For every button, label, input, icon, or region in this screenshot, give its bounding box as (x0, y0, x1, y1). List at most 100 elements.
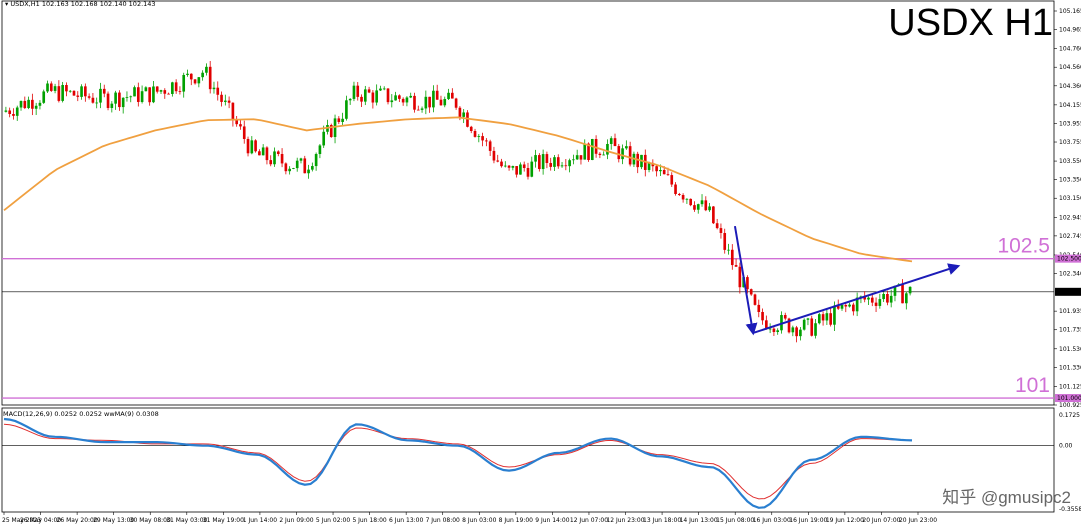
price-tick-label: 104.965 (1059, 27, 1081, 34)
time-tick-label: 19 Jun 12:00 (826, 517, 864, 524)
candle-body (723, 232, 727, 250)
candle-body (186, 73, 189, 75)
candle-body (802, 319, 806, 330)
watermark: 知乎 @gmusipc2 (942, 488, 1071, 507)
candle-body (136, 87, 140, 102)
candle-body (212, 87, 216, 90)
candle-body (534, 155, 537, 162)
candle-body (507, 165, 511, 168)
candle-body (311, 166, 314, 170)
candle-body (776, 330, 780, 332)
candle-body (886, 293, 889, 303)
candle-body (201, 72, 204, 78)
price-tick-label: 103.150 (1059, 195, 1081, 202)
candle-body (693, 205, 696, 210)
candle-body (182, 74, 186, 92)
candle-body (901, 284, 904, 304)
candle-body (269, 160, 273, 165)
candle-body (72, 90, 76, 96)
candle-body (749, 289, 753, 295)
candle-body (511, 166, 515, 168)
candle-body (757, 304, 761, 312)
level-label: 102.5 (997, 235, 1050, 258)
chart-window[interactable]: 105.165 104.965 104.760 104.560 104.360 104.1… (0, 0, 1081, 528)
level-tag-label: 102.500 (1057, 256, 1081, 263)
candle-body (227, 100, 231, 103)
candle-body (522, 164, 526, 169)
candle-body (432, 90, 435, 108)
candle-body (500, 161, 503, 167)
candle-body (273, 151, 276, 165)
candle-body (568, 160, 571, 167)
time-tick-label: 13 Jun 18:00 (643, 517, 681, 524)
candle-body (216, 87, 220, 95)
candle-body (526, 168, 530, 177)
candle-body (27, 99, 30, 109)
price-tick-label: 104.155 (1059, 102, 1081, 109)
candle-body (118, 92, 121, 108)
candle-body (840, 305, 844, 309)
candle-body (375, 90, 378, 103)
candle-body (556, 157, 560, 167)
price-tick-label: 104.360 (1059, 83, 1081, 90)
candle-body (598, 153, 602, 156)
candle-body (31, 99, 34, 109)
candle-body (189, 73, 193, 80)
candle-body (496, 160, 500, 162)
candle-body (485, 140, 488, 142)
candle-body (288, 168, 291, 172)
candle-body (678, 193, 681, 196)
candle-body (469, 126, 473, 131)
candle-body (106, 93, 110, 108)
candle-body (46, 83, 49, 92)
candle-body (560, 165, 564, 167)
candle-body (299, 158, 303, 161)
candle-body (57, 86, 61, 101)
candle-body (49, 83, 53, 91)
candle-body (889, 295, 893, 303)
candle-body (844, 305, 848, 307)
drop-arrow (733, 225, 758, 336)
candle-body (61, 85, 64, 101)
time-tick-label: 5 Jun 18:00 (352, 517, 386, 524)
candle-body (337, 118, 341, 122)
candle-body (628, 146, 632, 165)
candle-body (65, 85, 68, 92)
candle-body (409, 95, 413, 98)
time-tick-label: 20 Jun 07:00 (862, 517, 900, 524)
time-tick-label: 8 Jun 19:00 (499, 517, 533, 524)
time-tick-label: 5 Jun 02:00 (316, 517, 350, 524)
candle-body (806, 318, 810, 320)
candle-body (91, 97, 95, 103)
candle-body (473, 130, 477, 137)
candle-body (314, 154, 318, 167)
candle-body (685, 198, 689, 200)
candle-body (23, 100, 27, 109)
candle-body (367, 89, 371, 93)
candle-body (352, 85, 356, 99)
price-tick-label: 101.530 (1059, 346, 1081, 353)
candle-body (12, 113, 15, 116)
candle-body (178, 91, 182, 92)
price-tick-label: 103.350 (1059, 177, 1081, 184)
price-tick-label: 103.955 (1059, 120, 1081, 127)
candle-body (152, 86, 155, 103)
candle-body (114, 92, 117, 104)
level-tag-label: 101.000 (1057, 395, 1081, 402)
candle-body (867, 297, 870, 300)
candle-body (519, 164, 522, 175)
candle-body (140, 91, 144, 102)
candle-body (171, 82, 174, 94)
candle-body (848, 304, 851, 307)
candle-body (318, 145, 322, 155)
price-chart[interactable]: 105.165 104.965 104.760 104.560 104.360 104.1… (0, 0, 1081, 528)
candle-body (280, 153, 284, 164)
candle-body (356, 85, 360, 97)
macd-tick-label: 0.00 (1059, 443, 1073, 450)
candle-body (874, 302, 878, 306)
candle-body (174, 82, 178, 92)
time-tick-label: 30 May 08:00 (130, 517, 171, 524)
candle-body (825, 313, 829, 321)
candle-body (42, 91, 46, 103)
candle-body (435, 90, 439, 100)
